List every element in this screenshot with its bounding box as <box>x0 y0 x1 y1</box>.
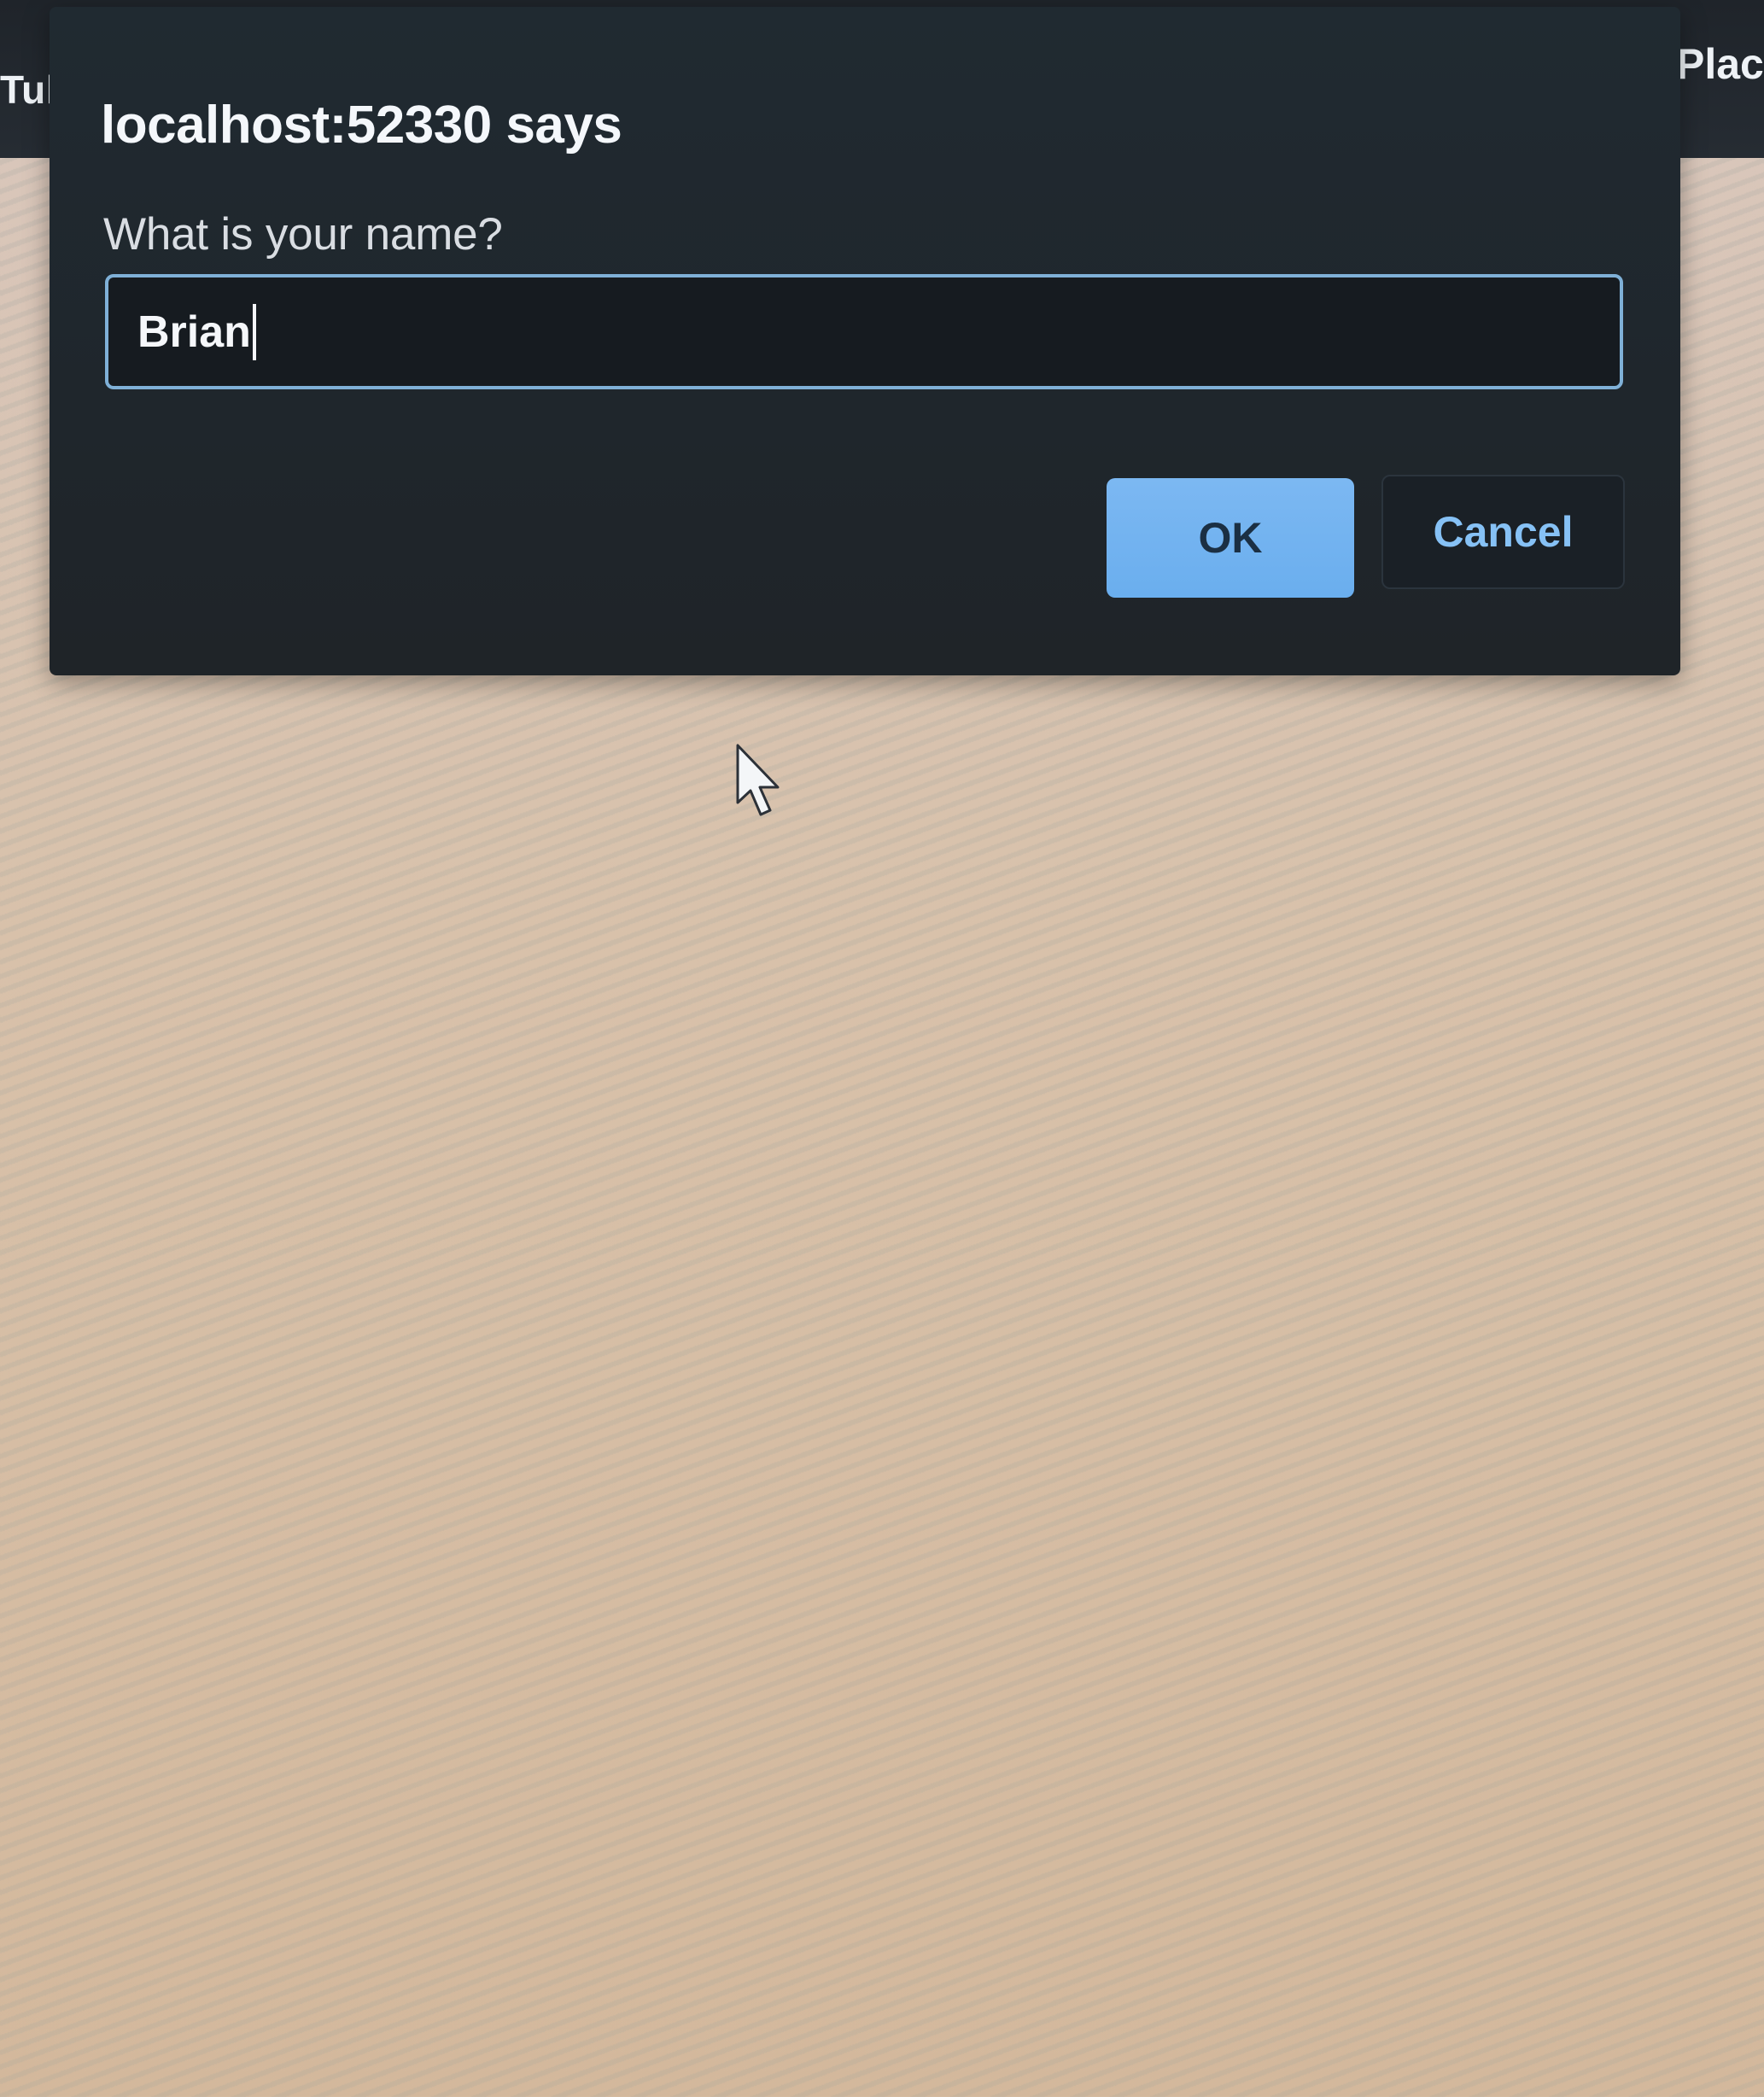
cancel-button[interactable]: Cancel <box>1381 475 1625 589</box>
ok-button[interactable]: OK <box>1107 478 1354 598</box>
dialog-message: What is your name? <box>103 209 503 260</box>
text-caret <box>252 303 256 360</box>
name-input-text: Brian <box>137 307 251 357</box>
name-input-value: Brian <box>137 303 256 360</box>
mouse-pointer-icon <box>736 744 780 816</box>
background-tab-text-right: Place <box>1676 40 1764 88</box>
name-input-field[interactable]: Brian <box>105 274 1623 389</box>
dialog-title: localhost:52330 says <box>101 96 622 155</box>
prompt-dialog: localhost:52330 says What is your name? … <box>50 7 1680 675</box>
